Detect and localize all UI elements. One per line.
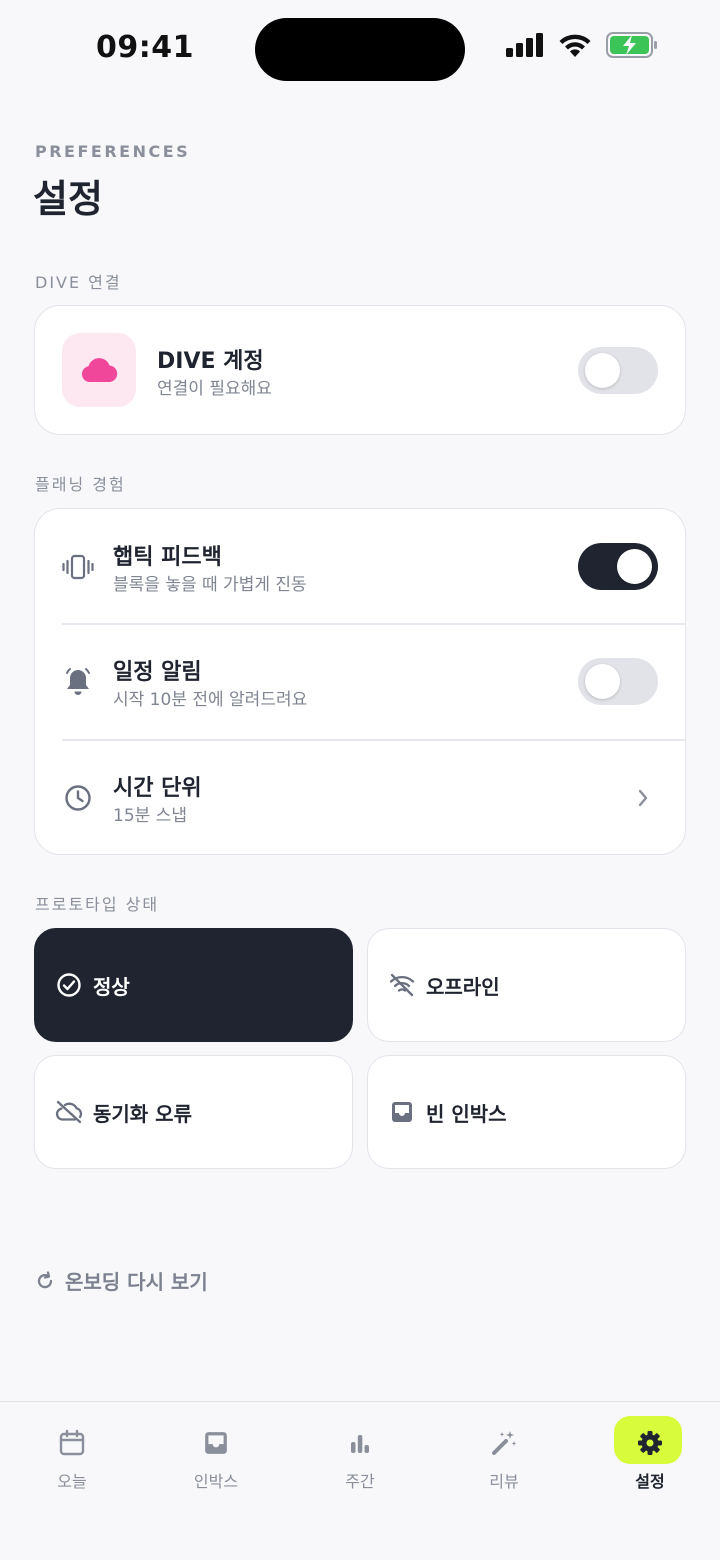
section-label-dive: DIVE 연결 [35, 273, 122, 292]
schedule-alert-subtitle: 시작 10분 전에 알려드려요 [113, 690, 308, 710]
status-tile-empty-inbox[interactable]: 빈 인박스 [367, 1055, 686, 1169]
toggle-knob [617, 549, 652, 584]
vibration-icon [62, 551, 94, 583]
tab-bar: 오늘 인박스 주간 리뷰 설정 [0, 1401, 720, 1560]
time-unit-row[interactable]: 시간 단위 15분 스냅 [35, 740, 685, 855]
tab-label: 설정 [635, 1472, 665, 1491]
planning-card: 햅틱 피드백 블록을 놓을 때 가볍게 진동 일정 알림 시작 10분 전에 알… [34, 508, 686, 855]
battery-charging-icon [606, 32, 657, 58]
wifi-off-icon [388, 971, 416, 999]
dive-account-toggle[interactable] [578, 347, 658, 394]
status-time: 09:41 [96, 30, 194, 65]
page-eyebrow: PREFERENCES [35, 142, 191, 161]
time-unit-subtitle: 15분 스냅 [113, 806, 187, 826]
status-tile-sync-error[interactable]: 동기화 오류 [34, 1055, 353, 1169]
chevron-right-icon [638, 789, 648, 807]
toggle-knob [585, 353, 620, 388]
section-label-planning: 플래닝 경험 [35, 475, 126, 494]
status-icons [506, 32, 658, 58]
tab-review[interactable]: 리뷰 [454, 1416, 554, 1516]
status-tile-normal[interactable]: 정상 [34, 928, 353, 1042]
tab-label: 주간 [345, 1472, 375, 1491]
time-unit-title: 시간 단위 [113, 776, 202, 801]
status-tile-label: 오프라인 [426, 975, 500, 999]
signal-icon [506, 33, 543, 57]
check-circle-icon [55, 971, 83, 999]
dive-icon-box [62, 333, 136, 407]
dive-account-subtitle: 연결이 필요해요 [157, 379, 272, 399]
status-tile-label: 정상 [93, 975, 130, 999]
tab-settings[interactable]: 설정 [600, 1416, 700, 1516]
gear-icon [633, 1426, 667, 1460]
magic-wand-icon [487, 1426, 521, 1460]
status-tile-label: 동기화 오류 [93, 1102, 192, 1126]
cloud-icon [81, 358, 118, 382]
bar-chart-icon [343, 1426, 377, 1460]
clock-icon [62, 782, 94, 814]
bell-icon [62, 666, 94, 698]
replay-onboarding-label: 온보딩 다시 보기 [65, 1270, 208, 1294]
schedule-alert-title: 일정 알림 [113, 660, 202, 685]
page-title: 설정 [33, 177, 103, 221]
dive-account-title: DIVE 계정 [157, 349, 264, 374]
tab-inbox[interactable]: 인박스 [166, 1416, 266, 1516]
tab-weekly[interactable]: 주간 [310, 1416, 410, 1516]
section-label-prototype: 프로토타입 상태 [35, 895, 160, 914]
cloud-off-icon [55, 1098, 83, 1126]
toggle-knob [585, 664, 620, 699]
tab-today[interactable]: 오늘 [22, 1416, 122, 1516]
haptic-feedback-subtitle: 블록을 놓을 때 가볍게 진동 [113, 575, 307, 595]
inbox-icon [388, 1098, 416, 1126]
inbox-icon [199, 1426, 233, 1460]
dynamic-island [255, 18, 465, 81]
status-bar: 09:41 [0, 0, 720, 100]
replay-onboarding-button[interactable]: 온보딩 다시 보기 [35, 1266, 208, 1295]
status-tile-label: 빈 인박스 [426, 1102, 507, 1126]
refresh-icon [37, 1270, 53, 1288]
wifi-icon [559, 34, 591, 57]
dive-account-card: DIVE 계정 연결이 필요해요 [34, 305, 686, 435]
tab-label: 인박스 [193, 1472, 239, 1491]
haptic-feedback-row[interactable]: 햅틱 피드백 블록을 놓을 때 가볍게 진동 [35, 509, 685, 624]
haptic-feedback-title: 햅틱 피드백 [113, 545, 222, 570]
tab-label: 리뷰 [489, 1472, 519, 1491]
schedule-alert-toggle[interactable] [578, 658, 658, 705]
status-tile-offline[interactable]: 오프라인 [367, 928, 686, 1042]
tab-label: 오늘 [57, 1472, 87, 1491]
haptic-feedback-toggle[interactable] [578, 543, 658, 590]
schedule-alert-row[interactable]: 일정 알림 시작 10분 전에 알려드려요 [35, 624, 685, 739]
calendar-icon [55, 1426, 89, 1460]
